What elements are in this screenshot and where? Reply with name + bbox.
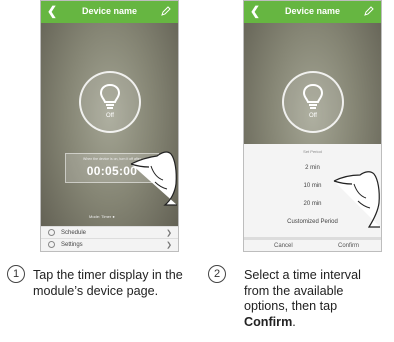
device-menu: Schedule ❯ Settings ❯ [41,226,178,251]
bulb-status: Off [106,113,114,119]
bulb-toggle[interactable]: Off [79,71,141,133]
lightbulb-icon [302,83,324,109]
mode-label: Mode: Timer ● [89,214,115,219]
step-2-text: Select a time interval from the availabl… [244,268,361,329]
mode-dot-icon: ● [112,214,115,219]
confirm-button[interactable]: Confirm [338,243,359,249]
pencil-icon[interactable] [364,6,374,16]
clock-icon [48,229,55,236]
device-name-title: Device name [284,6,341,16]
device-page-screenshot: ❮ Device name Off When the device is on,… [40,0,179,252]
chevron-right-icon: ❯ [166,242,172,249]
pencil-icon[interactable] [161,6,171,16]
step-number-1: 1 [7,265,25,283]
sheet-divider [244,237,381,240]
chevron-right-icon: ❯ [166,230,172,237]
step-1-text: Tap the timer display in the module’s de… [33,268,183,298]
bulb-toggle[interactable]: Off [282,71,344,133]
cancel-button[interactable]: Cancel [274,243,293,249]
pointing-hand-icon [130,151,177,206]
step-number-2: 2 [208,265,226,283]
device-name-title: Device name [81,6,138,16]
confirm-emphasis: Confirm [244,314,293,329]
app-header: ❮ Device name [244,1,381,23]
lightbulb-icon [99,83,121,109]
menu-item-settings[interactable]: Settings ❯ [41,238,178,251]
pointing-hand-icon [333,171,380,228]
app-header: ❮ Device name [41,1,178,23]
bulb-status: Off [309,113,317,119]
set-period-screenshot: ❮ Device name Off Set Period 2 min 10 mi… [243,0,382,252]
gear-icon [48,241,55,248]
